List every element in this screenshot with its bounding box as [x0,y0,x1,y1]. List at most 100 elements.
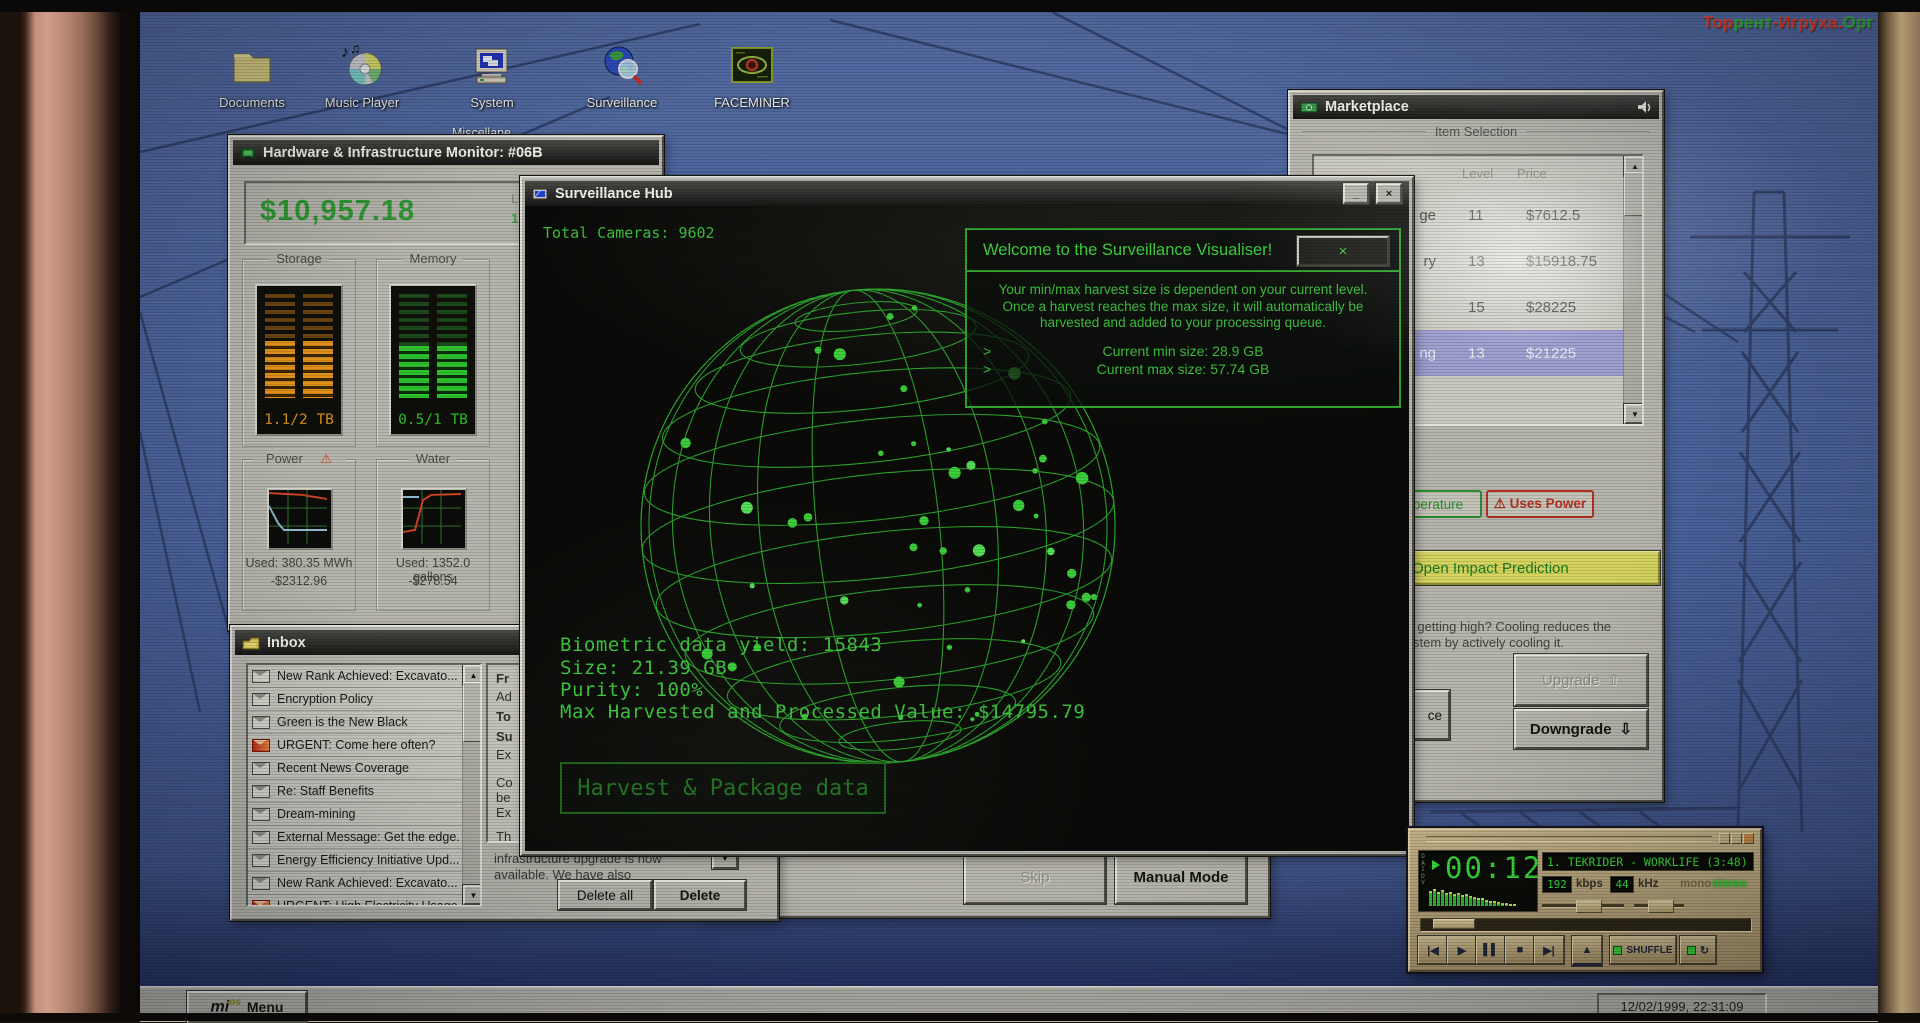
samplerate-unit: kHz [1638,878,1659,890]
list-item-urgent[interactable]: URGENT: Come here often? [248,734,463,757]
repeat-button[interactable]: ↻ [1680,936,1716,964]
mail-icon [252,830,270,844]
storage-label: Storage [243,251,355,266]
inbox-scrollbar[interactable]: ▲ ▼ [462,665,480,905]
scroll-down-button[interactable]: ▼ [1624,404,1642,424]
speaker-icon[interactable] [1636,100,1652,114]
skip-button[interactable]: Skip [964,850,1106,904]
list-item[interactable]: Re: Staff Benefits [248,780,463,803]
shuffle-button[interactable]: SHUFFLE [1610,936,1676,964]
player-titlebar-grip[interactable] [1426,836,1712,842]
list-item[interactable]: Recent News Coverage [248,757,463,780]
spectrum-analyzer [1429,886,1533,906]
delete-all-button[interactable]: Delete all [558,880,652,910]
track-title-display[interactable]: 1. TEKRIDER - WORKLIFE (3:48) [1542,852,1754,871]
balance-handle[interactable] [1648,900,1674,913]
stop-button[interactable]: ■ [1505,936,1535,964]
welcome-text-line: harvested and added to your processing q… [1040,315,1326,330]
desktop-icon-documents[interactable]: Documents [206,42,298,110]
harvest-package-button[interactable]: Harvest & Package data [560,762,886,814]
power-graph [267,488,333,550]
welcome-close-button[interactable]: × [1297,236,1389,266]
downgrade-button[interactable]: Downgrade ⇩ [1514,709,1648,749]
list-item[interactable]: New Rank Achieved: Excavato... [248,665,463,688]
desktop-icon-surveillance[interactable]: Surveillance [576,42,668,110]
mail-field-fragment: To [496,709,511,724]
memory-label: Memory [377,251,489,266]
scroll-down-button[interactable]: ▼ [463,885,480,905]
minimize-button[interactable]: _ [1343,183,1369,204]
balance-slider[interactable] [1634,900,1684,913]
surveillance-titlebar[interactable]: Surveillance Hub _ × [525,181,1409,206]
mono-indicator: mono [1680,878,1712,890]
volume-slider[interactable] [1542,900,1624,913]
bitrate-display: 192 [1542,876,1572,893]
pause-button[interactable]: ▌▌ [1476,936,1506,964]
marketplace-scrollbar[interactable]: ▲ ▼ [1623,156,1642,424]
mail-field-fragment: Ad [496,689,512,704]
delete-button[interactable]: Delete [654,880,746,910]
list-item[interactable]: Energy Efficiency Initiative Upd... [248,849,463,872]
cd-music-icon: ♪ ♫ [341,40,382,86]
repeat-indicator [1686,945,1696,955]
site-watermark: Торрент-Игруха.Орг [1702,13,1874,32]
welcome-header: Welcome to the Surveillance Visualiser! … [967,230,1399,272]
manual-mode-button[interactable]: Manual Mode [1115,850,1247,904]
mail-field-fragment: Co [496,775,513,790]
scrollbar-thumb[interactable] [1624,172,1642,216]
harvest-purity: Purity: 100% [560,679,704,701]
player-shade-button[interactable] [1731,833,1742,844]
bitrate-unit: kbps [1576,878,1603,890]
column-header-price: Price [1517,166,1547,181]
play-button[interactable]: ▶ [1447,936,1477,964]
open-impact-prediction-button[interactable]: Open Impact Prediction [1396,551,1660,585]
welcome-dialog: Welcome to the Surveillance Visualiser! … [965,228,1401,408]
desktop-icon-music-player[interactable]: ♪ ♫ Music Player [316,40,408,110]
window-title: Marketplace [1325,99,1409,115]
mail-icon [252,715,270,729]
eject-button[interactable]: ▲ [1572,936,1602,966]
mail-icon [252,807,270,821]
window-title: Inbox [267,634,306,651]
prev-button[interactable]: |◀ [1418,936,1448,964]
shuffle-indicator [1613,945,1623,955]
music-player-window: O A I D V 00:12 1. TEKRIDER - WORKLIFE (… [1408,828,1762,972]
list-item[interactable]: Encryption Policy [248,688,463,711]
desktop-icon-faceminer[interactable]: FACEMINER [706,42,798,110]
storage-group: Storage 1.1/2 TB [242,251,356,447]
next-button[interactable]: ▶| [1534,936,1564,964]
min-size: Current min size: 28.9 GB [1102,343,1264,359]
scroll-up-button[interactable]: ▲ [1624,156,1642,176]
monitor-bezel-left [0,0,140,1021]
scrollbar-thumb[interactable] [463,682,480,742]
clutterbar[interactable]: O A I D V [1421,853,1425,886]
marketplace-titlebar[interactable]: Marketplace [1293,95,1659,119]
upgrade-button[interactable]: Upgrade ⇧ [1514,654,1648,706]
seek-bar[interactable] [1420,918,1752,932]
welcome-text-line: Once a harvest reaches the max size, it … [1002,298,1364,314]
player-minimize-button[interactable] [1719,833,1730,844]
time-display: 00:12 [1445,851,1543,885]
icon-label: Documents [219,95,285,110]
list-item[interactable]: External Message: Get the edge... [248,826,463,849]
seek-handle[interactable] [1433,919,1475,929]
storage-bars [265,294,295,398]
icon-label: FACEMINER [714,95,790,110]
list-item-urgent[interactable]: URGENT: High Electricity Usage [248,895,463,905]
monitor-bezel-top [0,0,1920,12]
list-item[interactable]: Green is the New Black [248,711,463,734]
list-item[interactable]: New Rank Achieved: Excavato... [248,872,463,895]
desktop-icon-system[interactable]: System [446,42,538,110]
close-button[interactable]: × [1376,183,1402,204]
storage-value: 1.1/2 TB [264,412,334,428]
mail-icon [252,853,270,867]
hardware-monitor-titlebar[interactable]: Hardware & Infrastructure Monitor: #06B [233,140,659,165]
player-close-button[interactable] [1743,833,1754,844]
biometric-yield: Biometric data yield: 15843 [560,634,883,656]
monitor-bezel-right [1878,0,1920,1021]
list-item[interactable]: Dream-mining [248,803,463,826]
water-label: Water [377,451,489,466]
mail-field-fragment: Fr [496,671,509,686]
column-header-level: Level [1462,166,1494,181]
volume-handle[interactable] [1576,900,1602,913]
